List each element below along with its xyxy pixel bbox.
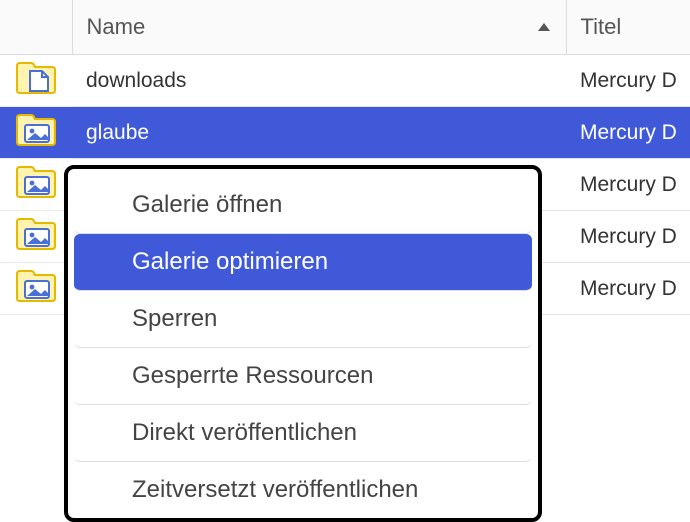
column-header-titel-label: Titel — [581, 14, 622, 39]
column-header-icon[interactable] — [0, 0, 72, 55]
context-menu-item[interactable]: Galerie optimieren — [74, 234, 532, 291]
folder-image-icon — [0, 159, 72, 211]
folder-image-icon — [0, 263, 72, 315]
context-menu-item[interactable]: Gesperrte Ressourcen — [74, 348, 532, 405]
row-titel: Mercury D — [566, 55, 690, 107]
table-row[interactable]: downloadsMercury D — [0, 55, 690, 107]
row-titel: Mercury D — [566, 211, 690, 263]
row-titel: Mercury D — [566, 159, 690, 211]
row-titel: Mercury D — [566, 263, 690, 315]
folder-document-icon — [0, 55, 72, 107]
row-titel: Mercury D — [566, 107, 690, 159]
sort-asc-icon — [538, 23, 550, 31]
row-name: glaube — [72, 107, 566, 159]
row-name: downloads — [72, 55, 566, 107]
column-header-titel[interactable]: Titel — [566, 0, 690, 55]
folder-image-icon — [0, 211, 72, 263]
context-menu-item[interactable]: Direkt veröffentlichen — [74, 405, 532, 462]
column-header-name-label: Name — [87, 14, 146, 39]
context-menu-item[interactable]: Sperren — [74, 291, 532, 348]
column-header-name[interactable]: Name — [72, 0, 566, 55]
context-menu-item[interactable]: Galerie öffnen — [74, 177, 532, 234]
context-menu-item[interactable]: Zeitversetzt veröffentlichen — [74, 462, 532, 518]
table-row[interactable]: glaubeMercury D — [0, 107, 690, 159]
context-menu: Galerie öffnenGalerie optimierenSperrenG… — [64, 165, 542, 522]
folder-image-icon — [0, 107, 72, 159]
